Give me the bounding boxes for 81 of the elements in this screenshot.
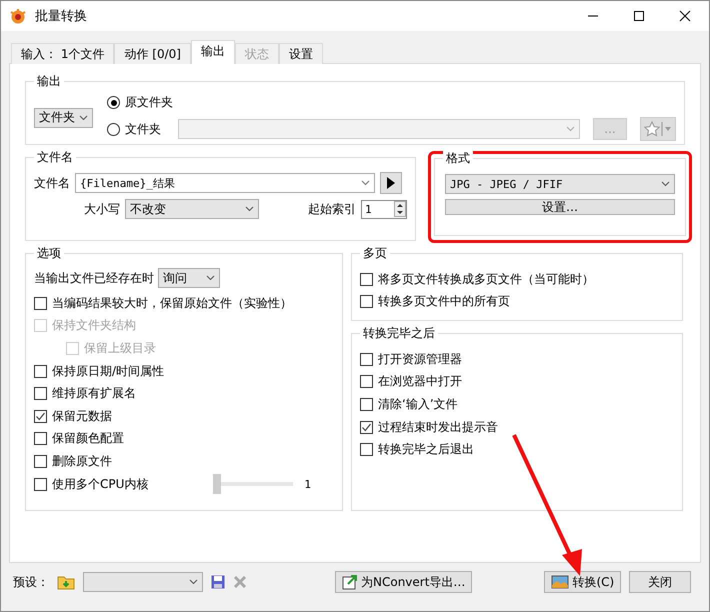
group-title: 多页	[360, 246, 390, 260]
checkbox-label: 打开资源管理器	[378, 350, 462, 368]
checkbox-label: 清除‘输入’文件	[378, 396, 458, 413]
chevron-down-icon	[245, 206, 254, 212]
checkbox[interactable]	[34, 410, 47, 423]
chevron-down-icon	[361, 180, 370, 186]
close-button[interactable]: 关闭	[629, 571, 692, 593]
chevron-down-icon	[79, 114, 88, 120]
format-settings-button[interactable]: 设置…	[445, 199, 675, 215]
checkbox-label: 保持文件夹结构	[52, 317, 136, 334]
checkbox[interactable]	[360, 352, 373, 366]
favorites-button[interactable]	[640, 117, 676, 141]
folder-mode-dropdown[interactable]: 文件夹	[34, 108, 93, 128]
close-icon[interactable]	[679, 10, 691, 22]
checkbox-label: 保持原日期/时间属性	[52, 362, 164, 380]
insert-button[interactable]	[380, 172, 402, 194]
export-icon	[342, 574, 358, 590]
checkbox-label: 使用多个CPU内核	[52, 476, 148, 493]
checkbox-label: 当编码结果较大时，保留原始文件（实验性）	[52, 294, 292, 312]
slider-value: 1	[304, 478, 312, 491]
case-dropdown[interactable]: 不改变	[125, 199, 259, 219]
convert-button[interactable]: 转换(C)	[544, 571, 622, 593]
save-icon[interactable]	[211, 575, 225, 589]
checkbox-label: 删除原文件	[52, 452, 112, 470]
radio-label: 原文件夹	[125, 94, 173, 111]
checkbox-label: 维持原有扩展名	[52, 385, 136, 402]
start-index-spinner[interactable]: 1	[361, 200, 407, 218]
checkbox[interactable]	[34, 387, 47, 400]
checkbox-label: 过程结束时发出提示音	[378, 418, 498, 436]
filename-label: 文件名	[34, 174, 70, 192]
checkbox[interactable]	[360, 443, 373, 456]
tab[interactable]: 设置	[278, 43, 323, 64]
format-dropdown[interactable]: JPG - JPEG / JFIF	[445, 174, 675, 194]
group-title: 文件名	[34, 150, 76, 164]
chevron-down-icon	[566, 126, 575, 132]
start-index-label: 起始索引	[308, 200, 356, 218]
play-icon	[387, 177, 395, 189]
checkbox[interactable]	[360, 375, 373, 388]
export-button[interactable]: 为NConvert导出…	[335, 571, 472, 593]
radio-button[interactable]	[107, 122, 120, 136]
folder-path-field[interactable]	[178, 119, 580, 139]
group-title: 转换完毕之后	[360, 326, 438, 340]
checkbox[interactable]	[34, 478, 47, 491]
checkbox-label: 在浏览器中打开	[378, 373, 462, 390]
checkbox[interactable]	[360, 398, 373, 411]
case-label: 大小写	[84, 200, 120, 218]
app-logo-icon	[9, 8, 27, 24]
checkbox-label: 保留颜色配置	[52, 430, 124, 448]
folder-icon[interactable]	[57, 574, 75, 590]
tab[interactable]: 动作 [0/0]	[114, 43, 191, 64]
checkbox[interactable]	[34, 432, 47, 446]
group-title: 输出	[34, 74, 64, 88]
checkbox-label: 转换完毕之后退出	[378, 441, 474, 458]
checkbox[interactable]	[34, 364, 47, 378]
slider-thumb[interactable]	[213, 474, 222, 494]
tab[interactable]: 输出	[190, 40, 235, 64]
window-title: 批量转换	[35, 8, 87, 25]
chevron-down-icon	[189, 579, 198, 585]
maximize-icon[interactable]	[633, 10, 645, 22]
preset-label: 预设：	[13, 574, 49, 590]
exists-label: 当输出文件已经存在时	[34, 270, 154, 286]
chevron-down-icon	[661, 181, 670, 187]
radio-label: 文件夹	[125, 120, 161, 138]
checkbox-label: 保留上级目录	[84, 340, 156, 357]
checkbox-label: 保留元数据	[52, 408, 112, 425]
checkbox[interactable]	[360, 295, 373, 308]
exists-dropdown[interactable]: 询问	[158, 268, 220, 288]
group-title: 选项	[34, 246, 64, 260]
spin-arrows-icon[interactable]	[394, 201, 406, 217]
chevron-down-icon	[206, 275, 215, 281]
group-title: 格式	[443, 151, 473, 165]
checkbox[interactable]	[34, 454, 47, 468]
checkbox-label: 将多页文件转换成多页文件（当可能时）	[378, 270, 594, 288]
checkbox-label: 转换多页文件中的所有页	[378, 293, 510, 310]
filename-field[interactable]: {Filename}_结果	[75, 173, 375, 193]
tab[interactable]: 输入： 1个文件	[11, 43, 114, 64]
checkbox[interactable]	[360, 272, 373, 286]
image-icon	[551, 575, 570, 589]
radio-button[interactable]	[107, 96, 120, 109]
checkbox[interactable]	[360, 420, 373, 434]
checkbox[interactable]	[34, 296, 47, 310]
